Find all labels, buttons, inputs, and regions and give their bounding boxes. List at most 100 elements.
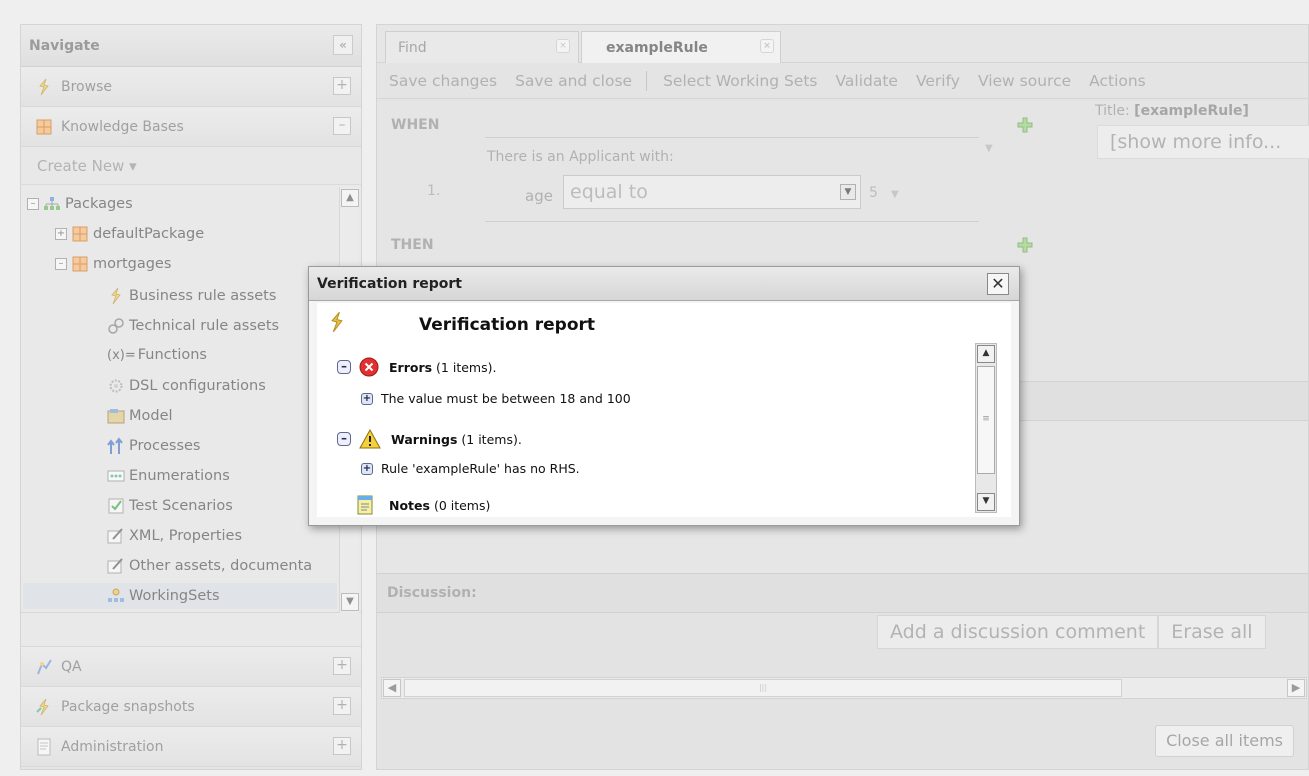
tree-item-technical-rule-assets[interactable]: Technical rule assets: [107, 317, 279, 335]
save-and-close-button[interactable]: Save and close: [515, 72, 632, 90]
tab-label: exampleRule: [606, 39, 708, 56]
tree-item-business-rule-assets[interactable]: Business rule assets: [107, 287, 276, 305]
document-edit-icon: [107, 557, 125, 575]
tree-item-packages[interactable]: – Packages: [27, 195, 133, 213]
actions-menu[interactable]: Actions: [1089, 72, 1146, 90]
close-dialog-button[interactable]: ✕: [987, 273, 1009, 295]
accordion-label: Browse: [61, 78, 112, 95]
tree-item-label: Packages: [65, 196, 133, 212]
close-all-items-button[interactable]: Close all items: [1155, 725, 1294, 757]
horizontal-scrollbar[interactable]: ◀ ||| ▶: [381, 677, 1307, 699]
tree-item-label: mortgages: [93, 256, 172, 272]
scroll-thumb[interactable]: ≡: [977, 366, 995, 474]
error-item[interactable]: + The value must be between 18 and 100: [361, 391, 631, 406]
tree-item-label: Processes: [129, 438, 201, 454]
errors-section[interactable]: – Errors (1 items).: [337, 357, 496, 377]
collapse-icon[interactable]: –: [337, 360, 351, 374]
tree-spacer: [21, 613, 361, 647]
expand-icon[interactable]: +: [333, 737, 351, 755]
settings-icon: [107, 377, 125, 395]
add-condition-icon[interactable]: [1017, 117, 1033, 133]
collapse-toggle[interactable]: –: [55, 258, 67, 270]
dropdown-arrow-icon[interactable]: ▼: [840, 184, 856, 200]
then-label: THEN: [391, 237, 434, 253]
add-comment-button[interactable]: Add a discussion comment: [877, 615, 1159, 649]
close-tab-icon[interactable]: ×: [556, 39, 570, 53]
accordion-label: Administration: [61, 738, 164, 755]
operator-value: equal to: [570, 181, 648, 203]
accordion-qa[interactable]: QA +: [21, 647, 361, 687]
report-scrollbar[interactable]: ▲ ≡ ▼: [975, 343, 997, 513]
add-action-icon[interactable]: [1017, 237, 1033, 253]
report-content: – Errors (1 items). + The value must be …: [333, 343, 997, 517]
expand-icon[interactable]: +: [333, 657, 351, 675]
pattern-label[interactable]: There is an Applicant with:: [487, 149, 674, 165]
errors-count: (1 items).: [436, 359, 497, 375]
select-working-sets-button[interactable]: Select Working Sets: [663, 72, 817, 90]
discussion-actions: Add a discussion comment Erase all: [877, 615, 1266, 649]
create-new-menu[interactable]: Create New ▾: [21, 147, 361, 185]
notes-section[interactable]: Notes (0 items): [357, 495, 490, 515]
divider: [485, 221, 979, 222]
save-changes-button[interactable]: Save changes: [389, 72, 497, 90]
tree-item-label: Business rule assets: [129, 288, 277, 304]
accordion-package-snapshots[interactable]: Package snapshots +: [21, 687, 361, 727]
business-rule-icon: [107, 287, 125, 305]
chevron-down-icon[interactable]: ▼: [891, 189, 899, 200]
document-edit-icon: [107, 527, 125, 545]
notes-count: (0 items): [433, 497, 491, 513]
accordion-administration[interactable]: Administration +: [21, 727, 361, 767]
tree-item-mortgages[interactable]: – mortgages: [55, 255, 171, 273]
scroll-left-icon[interactable]: ◀: [383, 679, 401, 697]
collapse-panel-button[interactable]: «: [333, 35, 353, 55]
accordion-knowledge-bases[interactable]: Knowledge Bases –: [21, 107, 361, 147]
tree-item-processes[interactable]: Processes: [107, 437, 200, 455]
tab-find[interactable]: Find ×: [385, 31, 579, 63]
tab-examplerule[interactable]: exampleRule ×: [581, 31, 781, 63]
tree-item-xml-properties[interactable]: XML, Properties: [107, 527, 242, 545]
collapse-icon[interactable]: –: [333, 117, 351, 135]
scroll-up-icon[interactable]: ▲: [341, 189, 359, 207]
tree-item-workingsets[interactable]: WorkingSets: [107, 587, 220, 605]
validate-button[interactable]: Validate: [836, 72, 898, 90]
collapse-toggle[interactable]: –: [27, 198, 39, 210]
expand-icon[interactable]: +: [333, 77, 351, 95]
accordion-label: Knowledge Bases: [61, 118, 184, 135]
title-value: [exampleRule]: [1134, 103, 1249, 119]
value-field[interactable]: 5: [869, 185, 878, 201]
warnings-section[interactable]: – Warnings (1 items).: [337, 429, 522, 449]
tree-item-enumerations[interactable]: Enumerations: [107, 467, 230, 485]
scroll-down-icon[interactable]: ▼: [977, 493, 995, 511]
tree-item-test-scenarios[interactable]: Test Scenarios: [107, 497, 233, 515]
expand-icon[interactable]: +: [361, 462, 373, 475]
expand-toggle[interactable]: +: [55, 228, 67, 240]
tree-item-dsl-configurations[interactable]: DSL configurations: [107, 377, 266, 395]
function-icon: (x)=: [107, 347, 136, 363]
tree-item-other-assets[interactable]: Other assets, documenta: [107, 557, 312, 575]
erase-all-button[interactable]: Erase all: [1158, 615, 1266, 649]
expand-icon[interactable]: +: [333, 697, 351, 715]
verify-button[interactable]: Verify: [916, 72, 960, 90]
qa-icon: [35, 658, 53, 676]
scroll-up-icon[interactable]: ▲: [977, 345, 995, 363]
view-source-button[interactable]: View source: [978, 72, 1071, 90]
scroll-down-icon[interactable]: ▼: [341, 593, 359, 611]
scroll-thumb[interactable]: |||: [404, 679, 1122, 697]
scroll-right-icon[interactable]: ▶: [1287, 679, 1305, 697]
expand-icon[interactable]: +: [361, 392, 373, 405]
operator-select[interactable]: equal to ▼: [563, 175, 861, 209]
collapse-icon[interactable]: –: [337, 432, 351, 446]
close-tab-icon[interactable]: ×: [760, 39, 774, 53]
tree-item-model[interactable]: Model: [107, 407, 173, 425]
tree-item-defaultpackage[interactable]: + defaultPackage: [55, 225, 204, 243]
tree-item-functions[interactable]: (x)= Functions: [107, 347, 207, 363]
package-icon: [35, 118, 53, 136]
divider: [485, 137, 979, 138]
tree-item-label: Test Scenarios: [129, 498, 233, 514]
show-more-info-button[interactable]: [show more info...: [1097, 125, 1309, 159]
warning-item[interactable]: + Rule 'exampleRule' has no RHS.: [361, 461, 580, 476]
accordion-label: QA: [61, 658, 82, 675]
chevron-down-icon[interactable]: ▼: [985, 143, 993, 154]
accordion-browse[interactable]: Browse +: [21, 67, 361, 107]
warning-icon: [359, 429, 381, 449]
